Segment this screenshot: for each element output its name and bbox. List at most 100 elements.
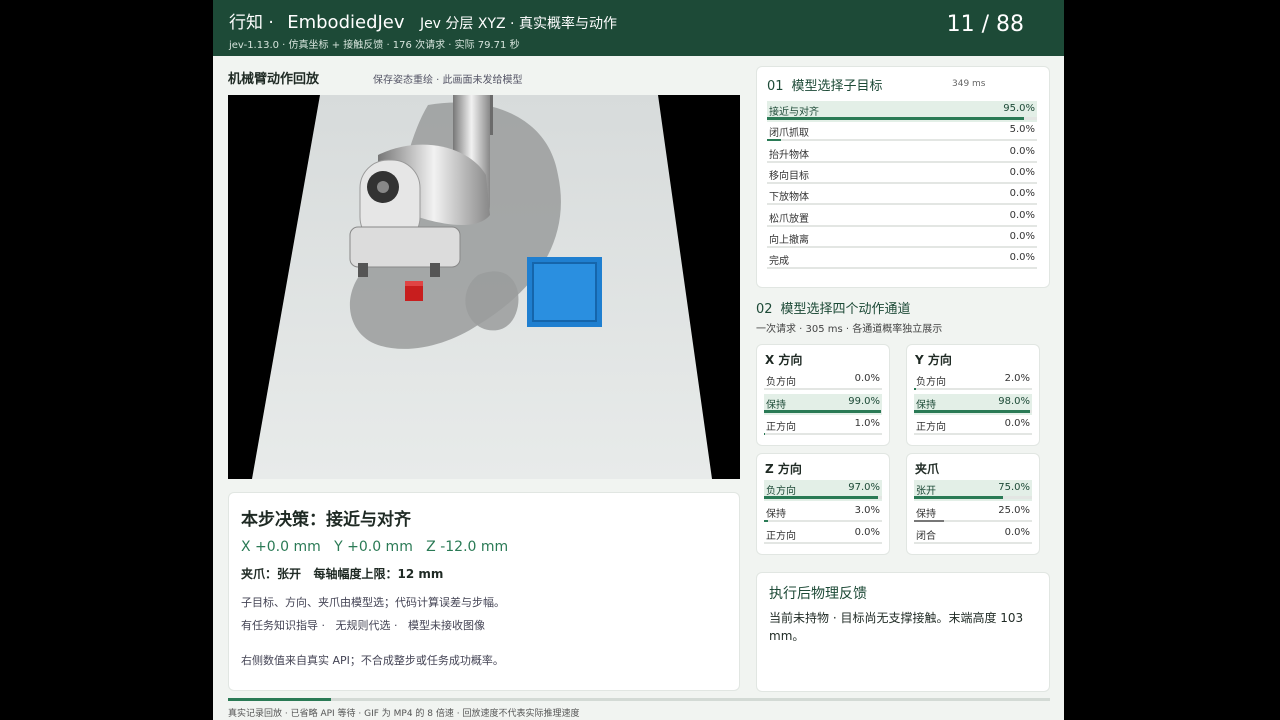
channel-gripper-card: 夹爪 张开 75.0% 保持 25.0% 闭合 0.0% <box>906 453 1040 555</box>
prob-bar <box>767 203 1037 206</box>
prob-row: 负方向 97.0% <box>764 480 882 501</box>
prob-label: 保持 <box>766 508 786 520</box>
prob-bar <box>764 542 882 544</box>
prob-label: 保持 <box>766 399 786 411</box>
prob-label: 正方向 <box>766 422 796 433</box>
prob-label: 正方向 <box>916 422 946 433</box>
prob-bar <box>764 409 882 413</box>
prob-bar <box>914 542 1032 544</box>
prob-value: 75.0% <box>998 482 1030 493</box>
prob-value: 0.0% <box>854 527 880 538</box>
prob-value: 0.0% <box>1009 209 1035 221</box>
prob-label: 保持 <box>916 399 936 411</box>
prob-bar-fill <box>914 519 944 522</box>
feedback-panel: 执行后物理反馈 当前未持物 · 目标尚无支撑接触。末端高度 103 mm。 <box>756 572 1050 692</box>
prob-bar <box>767 181 1037 184</box>
prob-label: 保持 <box>916 508 936 520</box>
prob-label: 闭合 <box>916 531 936 542</box>
prob-label: 移向目标 <box>769 170 809 182</box>
prob-bar-fill <box>764 433 766 435</box>
prob-bar <box>914 409 1032 413</box>
app-frame: 行知 · EmbodiedJev Jev 分层 XYZ · 真实概率与动作 je… <box>213 0 1064 720</box>
playback-progress-fill <box>228 698 331 701</box>
prob-bar-fill <box>914 388 917 390</box>
prob-value: 97.0% <box>848 482 880 493</box>
prob-value: 2.0% <box>1004 373 1030 384</box>
viewer-title: 机械臂动作回放 <box>228 72 320 87</box>
channel-z-card: Z 方向 负方向 97.0% 保持 3.0% 正方向 0.0% <box>756 453 890 555</box>
subgoal-title: 模型选择子目标 <box>791 79 883 94</box>
playback-progress[interactable] <box>228 698 1050 701</box>
prob-bar-fill <box>767 117 1024 120</box>
footer-note: 真实记录回放 · 已省略 API 等待 · GIF 为 MP4 的 8 倍速 ·… <box>228 709 580 719</box>
prob-row: 向上撤离 0.0% <box>767 229 1037 250</box>
channel-x-card: X 方向 负方向 0.0% 保持 99.0% 正方向 1.0% <box>756 344 890 446</box>
subgoal-latency: 349 ms <box>952 79 986 89</box>
prob-value: 3.0% <box>854 504 880 516</box>
prob-bar <box>767 160 1037 163</box>
gripper-finger-right <box>430 263 440 277</box>
step-counter: 11 / 88 <box>946 12 1024 37</box>
channel-title: 模型选择四个动作通道 <box>780 302 911 317</box>
prob-row: 负方向 0.0% <box>764 371 882 392</box>
prob-bar <box>767 245 1037 248</box>
decision-note-3: 右侧数值来自真实 API；不合成整步或任务成功概率。 <box>241 654 504 667</box>
prob-label: 正方向 <box>766 531 796 542</box>
feedback-title: 执行后物理反馈 <box>769 586 867 602</box>
decision-note-2: 有任务知识指导 · 无规则代选 · 模型未接收图像 <box>241 619 485 632</box>
prob-value: 0.0% <box>1004 418 1030 429</box>
prob-row: 保持 3.0% <box>764 503 882 524</box>
prob-row: 松爪放置 0.0% <box>767 208 1037 229</box>
prob-bar <box>914 496 1032 499</box>
brand-name: EmbodiedJev <box>287 12 405 33</box>
feedback-text: 当前未持物 · 目标尚无支撑接触。末端高度 103 mm。 <box>769 611 1024 643</box>
viewer-note: 保存姿态重绘 · 此画面未发给模型 <box>373 75 523 86</box>
prob-row: 下放物体 0.0% <box>767 186 1037 207</box>
gripper-finger-left <box>358 263 368 277</box>
prob-bar-fill <box>914 496 1003 499</box>
prob-value: 1.0% <box>854 418 880 429</box>
channel-gripper-title: 夹爪 <box>915 462 940 476</box>
decision-heading: 本步决策：接近与对齐 <box>241 510 411 530</box>
prob-label: 抬升物体 <box>769 149 809 161</box>
header: 行知 · EmbodiedJev Jev 分层 XYZ · 真实概率与动作 je… <box>213 0 1064 56</box>
prob-bar <box>764 388 882 390</box>
prob-row: 正方向 0.0% <box>914 416 1032 437</box>
prob-bar-fill <box>764 496 879 499</box>
subgoal-panel: 01 模型选择子目标 349 ms 接近与对齐 95.0% 闭爪抓取 5.0% 抬升物体 0… <box>756 66 1050 288</box>
prob-bar <box>764 433 882 435</box>
prob-row: 闭合 0.0% <box>914 525 1032 546</box>
prob-bar <box>914 433 1032 435</box>
prob-row: 完成 0.0% <box>767 250 1037 271</box>
prob-row: 接近与对齐 95.0% <box>767 101 1037 122</box>
gripper-body <box>349 226 461 268</box>
prob-label: 张开 <box>916 486 936 497</box>
prob-value: 5.0% <box>1009 124 1035 136</box>
prob-label: 下放物体 <box>769 192 809 204</box>
prob-bar <box>767 267 1037 270</box>
channel-y-title: Y 方向 <box>915 353 952 367</box>
prob-row: 保持 25.0% <box>914 503 1032 524</box>
subgoal-heading: 01 模型选择子目标 <box>767 75 883 94</box>
prob-value: 0.0% <box>1009 188 1035 200</box>
decision-note-1: 子目标、方向、夹爪由模型选；代码计算误差与步幅。 <box>241 596 505 609</box>
prob-row: 闭爪抓取 5.0% <box>767 122 1037 143</box>
channel-heading: 02 模型选择四个动作通道 <box>756 298 911 317</box>
header-meta: jev-1.13.0 · 仿真坐标 + 接触反馈 · 176 次请求 · 实际 … <box>229 40 520 51</box>
prob-value: 0.0% <box>1009 230 1035 242</box>
decision-xyz: X +0.0 mm Y +0.0 mm Z -12.0 mm <box>241 539 509 555</box>
prob-value: 25.0% <box>998 504 1030 516</box>
prob-value: 0.0% <box>1009 145 1035 157</box>
prob-bar-fill <box>767 139 781 142</box>
prob-label: 完成 <box>769 256 789 268</box>
prob-value: 95.0% <box>1003 103 1035 114</box>
prob-bar-fill <box>764 519 768 522</box>
prob-bar <box>767 224 1037 227</box>
prob-value: 0.0% <box>854 373 880 384</box>
decision-gripper: 夹爪：张开 每轴幅度上限：12 mm <box>241 567 444 581</box>
prob-bar <box>914 388 1032 390</box>
prob-row: 正方向 1.0% <box>764 416 882 437</box>
prob-label: 闭爪抓取 <box>769 128 809 140</box>
prob-row: 抬升物体 0.0% <box>767 144 1037 165</box>
prob-label: 负方向 <box>916 377 946 388</box>
